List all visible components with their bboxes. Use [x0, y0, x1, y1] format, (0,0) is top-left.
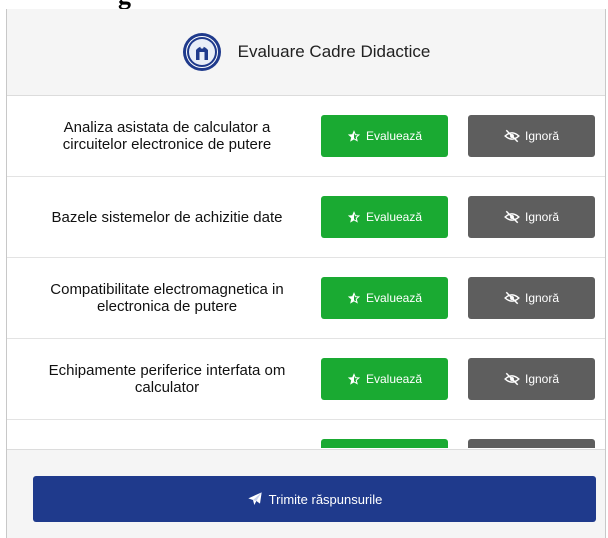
evaluation-modal: Evaluare Cadre Didactice Analiza asistat…	[6, 9, 606, 538]
list-item: Compatibilitate electromagnetica in elec…	[7, 258, 605, 339]
submit-responses-button[interactable]: Trimite răspunsurile	[33, 476, 596, 522]
list-item: Analiza asistata de calculator a circuit…	[7, 96, 605, 177]
modal-title: Evaluare Cadre Didactice	[237, 42, 431, 61]
background-page-heading: g	[0, 0, 608, 9]
eye-slash-icon	[504, 129, 520, 143]
ignore-button[interactable]	[468, 439, 595, 448]
evaluate-button[interactable]: Evaluează	[321, 196, 448, 238]
course-name	[37, 420, 297, 448]
submit-label: Trimite răspunsurile	[268, 491, 383, 507]
evaluate-label: Evaluează	[365, 129, 423, 143]
star-half-icon	[347, 292, 361, 304]
modal-footer: Trimite răspunsurile	[7, 449, 605, 538]
evaluate-label: Evaluează	[365, 210, 423, 224]
course-name: Compatibilitate electromagnetica in elec…	[50, 281, 284, 315]
ignore-button[interactable]: Ignoră	[468, 358, 595, 400]
evaluate-label: Evaluează	[365, 291, 423, 305]
list-item	[7, 420, 605, 448]
background-heading-fragment: g	[118, 0, 131, 9]
evaluate-button[interactable]: Evaluează	[321, 277, 448, 319]
evaluate-button[interactable]	[321, 439, 448, 448]
ignore-label: Ignoră	[524, 291, 560, 305]
star-half-icon	[347, 373, 361, 385]
evaluate-button[interactable]: Evaluează	[321, 115, 448, 157]
eye-slash-icon	[504, 210, 520, 224]
course-name: Bazele sistemelor de achizitie date	[51, 208, 283, 226]
ignore-button[interactable]: Ignoră	[468, 115, 595, 157]
eye-slash-icon	[504, 291, 520, 305]
list-item: Bazele sistemelor de achizitie date Eval…	[7, 177, 605, 258]
ignore-button[interactable]: Ignoră	[468, 277, 595, 319]
evaluate-label: Evaluează	[365, 372, 423, 386]
paper-plane-icon	[247, 492, 262, 505]
ignore-button[interactable]: Ignoră	[468, 196, 595, 238]
course-name: Analiza asistata de calculator a circuit…	[62, 119, 272, 153]
eye-slash-icon	[504, 372, 520, 386]
star-half-icon	[347, 130, 361, 142]
course-list[interactable]: Analiza asistata de calculator a circuit…	[7, 96, 605, 448]
ignore-label: Ignoră	[524, 129, 560, 143]
evaluate-button[interactable]: Evaluează	[321, 358, 448, 400]
course-name: Echipamente periferice interfata om calc…	[48, 362, 286, 396]
ignore-label: Ignoră	[524, 372, 560, 386]
list-item: Echipamente periferice interfata om calc…	[7, 339, 605, 420]
star-half-icon	[347, 211, 361, 223]
university-seal-icon	[182, 32, 222, 72]
modal-header: Evaluare Cadre Didactice	[7, 9, 605, 96]
ignore-label: Ignoră	[524, 210, 560, 224]
